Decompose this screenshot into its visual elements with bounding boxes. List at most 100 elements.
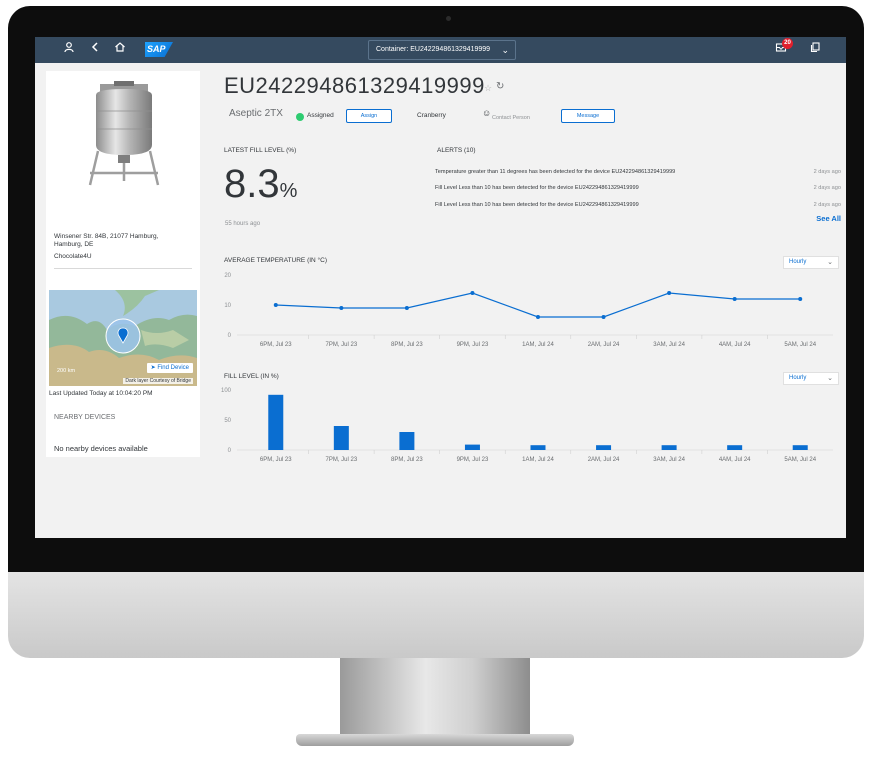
x-tick-label: 1AM, Jul 24 bbox=[522, 457, 554, 463]
fill-level-age: 55 hours ago bbox=[225, 221, 261, 227]
owner-name: Chocolate4U bbox=[54, 253, 92, 260]
device-map[interactable]: 200 km ➤ Find Device Dark layer Courtesy… bbox=[49, 290, 197, 386]
x-tick-label: 6PM, Jul 23 bbox=[260, 342, 292, 348]
y-tick-label: 0 bbox=[228, 333, 232, 339]
fill-level-number: 8.3 bbox=[224, 162, 280, 206]
nearby-devices-title: NEARBY DEVICES bbox=[54, 414, 116, 421]
refresh-icon[interactable]: ↻ bbox=[496, 81, 504, 92]
x-tick-label: 8PM, Jul 23 bbox=[391, 342, 423, 348]
temperature-point bbox=[404, 306, 409, 310]
temperature-interval-select[interactable]: Hourly ⌄ bbox=[783, 256, 839, 269]
imac-device-frame: SAP Container: EU242294861329419999 ⌄ 20 bbox=[0, 0, 870, 764]
chevron-down-icon: ⌄ bbox=[827, 259, 833, 266]
temperature-point bbox=[273, 303, 278, 307]
alert-row[interactable]: Fill Level Less than 10 has been detecte… bbox=[435, 202, 841, 208]
y-tick-label: 100 bbox=[221, 388, 232, 394]
x-tick-label: 7PM, Jul 23 bbox=[325, 342, 357, 348]
find-device-button[interactable]: ➤ Find Device bbox=[146, 363, 193, 373]
monitor-foot bbox=[296, 734, 574, 746]
fill-level-title: LATEST FILL LEVEL (%) bbox=[224, 147, 297, 154]
temperature-point bbox=[667, 291, 672, 295]
device-title: EU242294861329419999 bbox=[224, 73, 485, 98]
copy-icon[interactable] bbox=[807, 41, 823, 57]
favorite-icon[interactable]: ☆ bbox=[484, 83, 492, 94]
camera-dot bbox=[446, 16, 451, 21]
temperature-chart: 0 10 20 6PM, Jul 23 7PM, Jul 23 8PM, Jul 23 9P… bbox=[224, 273, 833, 348]
alert-text: Temperature greater than 11 degrees has … bbox=[435, 169, 676, 175]
address-line-2: Hamburg, DE bbox=[54, 241, 94, 248]
alert-age: 2 days ago bbox=[813, 185, 841, 191]
temperature-point bbox=[470, 291, 475, 295]
fill-level-bar bbox=[792, 445, 808, 450]
contact-person-link[interactable]: Contact Person bbox=[492, 115, 530, 121]
container-selector-label: Container: EU242294861329419999 bbox=[376, 46, 491, 53]
address-line-1: Winsener Str. 84B, 21077 Hamburg, bbox=[54, 233, 159, 240]
y-tick-label: 50 bbox=[224, 418, 231, 424]
x-tick-label: 9PM, Jul 23 bbox=[457, 457, 489, 463]
notification-badge: 20 bbox=[782, 38, 793, 49]
fill-interval-value: Hourly bbox=[789, 375, 807, 381]
fill-level-bar bbox=[596, 445, 612, 450]
alert-text: Fill Level Less than 10 has been detecte… bbox=[435, 202, 639, 208]
fill-level-chart: 0 50 100 6PM, Jul 23 7PM, Jul 23 8PM, Jul 23 9… bbox=[221, 388, 833, 463]
alert-text: Fill Level Less than 10 has been detecte… bbox=[435, 185, 639, 191]
divider bbox=[54, 268, 192, 269]
device-detail: EU242294861329419999 ☆ ↻ Aseptic 2TX Ass… bbox=[221, 71, 841, 471]
sap-logo[interactable]: SAP bbox=[145, 42, 173, 57]
fill-level-unit: % bbox=[279, 180, 298, 202]
x-tick-label: 7PM, Jul 23 bbox=[325, 457, 357, 463]
container-selector[interactable]: Container: EU242294861329419999 ⌄ bbox=[368, 40, 516, 60]
temperature-point bbox=[798, 297, 803, 301]
tank-image bbox=[88, 81, 160, 186]
fill-level-bar bbox=[464, 444, 480, 450]
alert-row[interactable]: Temperature greater than 11 degrees has … bbox=[435, 169, 841, 175]
fill-level-bar bbox=[530, 445, 546, 450]
home-icon[interactable] bbox=[112, 41, 128, 57]
status-indicator bbox=[296, 113, 304, 121]
x-tick-label: 3AM, Jul 24 bbox=[653, 457, 685, 463]
chevron-down-icon: ⌄ bbox=[501, 45, 509, 55]
y-tick-label: 20 bbox=[224, 273, 231, 279]
fill-level-value: 8.3% bbox=[224, 162, 297, 207]
temperature-point bbox=[601, 315, 606, 319]
x-tick-label: 5AM, Jul 24 bbox=[784, 342, 816, 348]
x-tick-label: 3AM, Jul 24 bbox=[653, 342, 685, 348]
fill-chart-title: FILL LEVEL (IN %) bbox=[224, 373, 279, 380]
fill-level-bar bbox=[661, 445, 677, 450]
temperature-title: AVERAGE TEMPERATURE (IN °C) bbox=[224, 257, 328, 264]
x-tick-label: 6PM, Jul 23 bbox=[260, 457, 292, 463]
app-screen: SAP Container: EU242294861329419999 ⌄ 20 bbox=[35, 37, 846, 538]
alert-row[interactable]: Fill Level Less than 10 has been detecte… bbox=[435, 185, 841, 191]
fill-level-bar bbox=[727, 445, 743, 450]
assign-button[interactable]: Assign bbox=[346, 109, 392, 123]
map-attribution: Dark layer Courtesy of Bridge bbox=[123, 378, 193, 384]
x-tick-label: 2AM, Jul 24 bbox=[588, 457, 620, 463]
see-all-link[interactable]: See All bbox=[816, 214, 841, 223]
fill-level-bar bbox=[268, 394, 284, 450]
person-icon: ☺ bbox=[482, 108, 492, 118]
y-tick-label: 0 bbox=[228, 448, 232, 454]
monitor-chin bbox=[8, 572, 864, 658]
x-tick-label: 9PM, Jul 23 bbox=[457, 342, 489, 348]
alert-age: 2 days ago bbox=[813, 169, 841, 175]
temperature-point bbox=[339, 306, 344, 310]
find-device-label: Find Device bbox=[157, 365, 189, 371]
status-text: Assigned bbox=[307, 112, 334, 119]
fill-level-bar bbox=[399, 432, 415, 450]
back-icon[interactable] bbox=[87, 41, 103, 57]
user-icon[interactable] bbox=[61, 41, 77, 57]
monitor-stand bbox=[340, 658, 530, 736]
temperature-interval-value: Hourly bbox=[789, 259, 807, 265]
x-tick-label: 8PM, Jul 23 bbox=[391, 457, 423, 463]
x-tick-label: 2AM, Jul 24 bbox=[588, 342, 620, 348]
x-tick-label: 4AM, Jul 24 bbox=[719, 342, 751, 348]
map-scale: 200 km bbox=[57, 368, 76, 374]
alerts-title: ALERTS (10) bbox=[437, 147, 476, 154]
x-tick-label: 5AM, Jul 24 bbox=[784, 457, 816, 463]
device-type: Aseptic 2TX bbox=[229, 108, 283, 119]
alert-age: 2 days ago bbox=[813, 202, 841, 208]
x-tick-label: 4AM, Jul 24 bbox=[719, 457, 751, 463]
shell-bar: SAP Container: EU242294861329419999 ⌄ 20 bbox=[35, 37, 846, 63]
message-button[interactable]: Message bbox=[561, 109, 615, 123]
temperature-point bbox=[536, 315, 540, 319]
